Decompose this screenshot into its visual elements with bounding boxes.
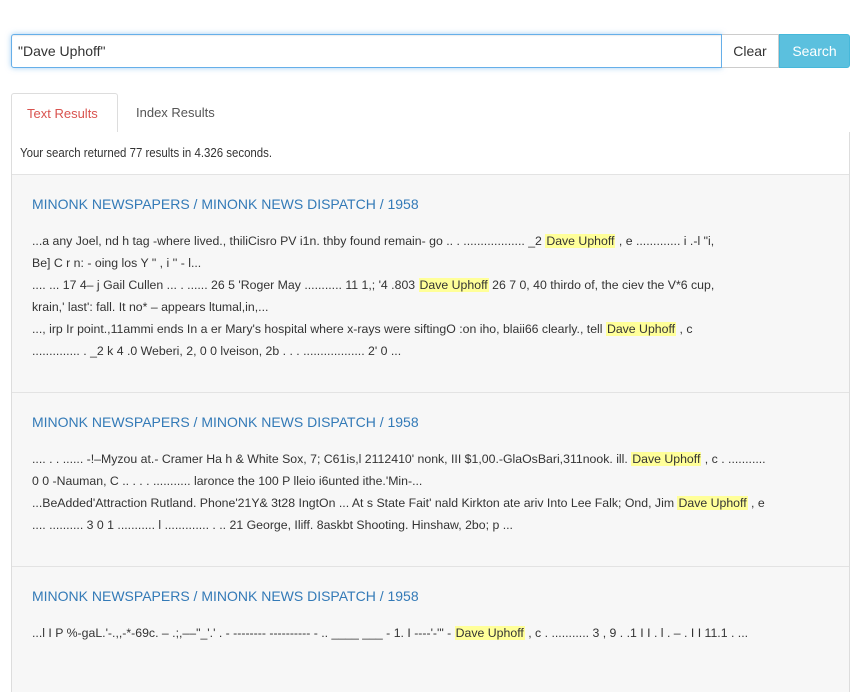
search-bar: Clear Search — [11, 34, 850, 68]
tab-index-results[interactable]: Index Results — [121, 93, 230, 133]
result-snippets: ...l I P %-gaL.'-.,,-*-69c. – .;,––"_'.'… — [32, 622, 832, 644]
snippet-line: .... .......... 3 0 1 ........... l ....… — [32, 514, 832, 536]
snippet-line: Be] C r n: - oing los Y " , i '' - l... — [32, 252, 832, 274]
search-hit-highlight: Dave Uphoff — [631, 452, 702, 466]
snippet-text: krain,' last': fall. It no* – appears lt… — [32, 300, 269, 314]
snippet-line: ...a any Joel, nd h tag -where lived., t… — [32, 230, 832, 252]
snippet-text: ...BeAdded'Attraction Rutland. Phone'21Y… — [32, 496, 678, 510]
search-hit-highlight: Dave Uphoff — [545, 234, 616, 248]
snippet-text: ..., irp Ir point.,11ammi ends In a er M… — [32, 322, 606, 336]
snippet-line: .... ... 17 4– j Gail Cullen ... . .....… — [32, 274, 832, 296]
snippet-text: .... .......... 3 0 1 ........... l ....… — [32, 518, 513, 532]
result-item: MINONK NEWSPAPERS / MINONK NEWS DISPATCH… — [12, 174, 849, 392]
snippet-text: .... . . ...... -!–Myzou at.- Cramer Ha … — [32, 452, 632, 466]
search-input[interactable] — [11, 34, 722, 68]
results-panel: Your search returned 77 results in 4.326… — [11, 132, 850, 692]
results-tabs: Text Results Index Results — [11, 93, 850, 134]
search-hit-highlight: Dave Uphoff — [677, 496, 748, 510]
result-title-link[interactable]: MINONK NEWSPAPERS / MINONK NEWS DISPATCH… — [32, 196, 419, 212]
snippet-text: 26 7 0, 40 thirdo of, the ciev the V*6 c… — [488, 278, 715, 292]
result-item: MINONK NEWSPAPERS / MINONK NEWS DISPATCH… — [12, 566, 849, 692]
clear-button[interactable]: Clear — [722, 34, 779, 68]
snippet-text: ...l I P %-gaL.'-.,,-*-69c. – .;,––"_'.'… — [32, 626, 455, 640]
snippet-line: ...l I P %-gaL.'-.,,-*-69c. – .;,––"_'.'… — [32, 622, 832, 644]
snippet-line: 0 0 -Nauman, C .. . . . ........... laro… — [32, 470, 832, 492]
search-summary: Your search returned 77 results in 4.326… — [20, 145, 273, 160]
snippet-text: , c . ........... 3 , 9 . .1 I I . l . –… — [524, 626, 749, 640]
search-hit-highlight: Dave Uphoff — [605, 322, 677, 336]
snippet-text: Be] C r n: - oing los Y " , i '' - l... — [32, 256, 202, 270]
snippet-text: , c . ........... — [701, 452, 766, 466]
search-hit-highlight: Dave Uphoff — [454, 626, 525, 640]
snippet-line: ...BeAdded'Attraction Rutland. Phone'21Y… — [32, 492, 832, 514]
snippet-text: 0 0 -Nauman, C .. . . . ........... laro… — [32, 474, 423, 488]
search-hit-highlight: Dave Uphoff — [418, 278, 489, 292]
snippet-text: ...a any Joel, nd h tag -where lived., t… — [32, 234, 546, 248]
search-button[interactable]: Search — [779, 34, 850, 68]
result-item: MINONK NEWSPAPERS / MINONK NEWS DISPATCH… — [12, 392, 849, 566]
snippet-text: .... ... 17 4– j Gail Cullen ... . .....… — [32, 278, 419, 292]
snippet-text: , e ............. i .-l "i, — [615, 234, 715, 248]
snippet-line: ..., irp Ir point.,11ammi ends In a er M… — [32, 318, 832, 340]
snippet-text: , e — [747, 496, 765, 510]
snippet-line: .... . . ...... -!–Myzou at.- Cramer Ha … — [32, 448, 832, 470]
result-snippets: ...a any Joel, nd h tag -where lived., t… — [32, 230, 832, 362]
tab-text-results[interactable]: Text Results — [11, 93, 118, 134]
result-title-link[interactable]: MINONK NEWSPAPERS / MINONK NEWS DISPATCH… — [32, 588, 419, 604]
result-title-link[interactable]: MINONK NEWSPAPERS / MINONK NEWS DISPATCH… — [32, 414, 419, 430]
snippet-text: , c — [676, 322, 693, 336]
snippet-line: .............. . _2 k 4 .0 Weberi, 2, 0 … — [32, 340, 832, 362]
snippet-line: krain,' last': fall. It no* – appears lt… — [32, 296, 832, 318]
snippet-text: .............. . _2 k 4 .0 Weberi, 2, 0 … — [32, 344, 402, 358]
result-snippets: .... . . ...... -!–Myzou at.- Cramer Ha … — [32, 448, 832, 536]
